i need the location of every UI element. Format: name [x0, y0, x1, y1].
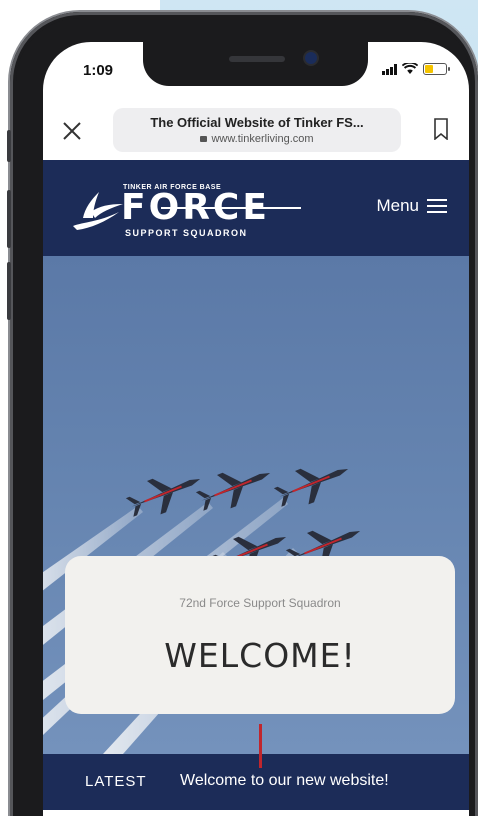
url-domain: www.tinkerliving.com [211, 133, 314, 145]
url-domain-row: www.tinkerliving.com [113, 133, 401, 145]
close-icon[interactable] [57, 116, 87, 146]
site-header: TINKER AIR FORCE BASE FORCE SUPPORT SQUA… [43, 160, 469, 256]
menu-button[interactable]: Menu [376, 196, 447, 216]
site-logo[interactable]: TINKER AIR FORCE BASE FORCE SUPPORT SQUA… [69, 180, 301, 240]
notch [143, 42, 368, 86]
page-title: The Official Website of Tinker FS... [150, 115, 364, 130]
volume-down-button [7, 262, 11, 320]
phone-screen: 1:09 The Official Website of Tinker FS..… [43, 42, 469, 816]
hero-image: 72nd Force Support Squadron WELCOME! [43, 256, 469, 754]
latest-ticker[interactable]: LATEST Welcome to our new website! [43, 724, 469, 810]
ticker-marker [259, 724, 262, 768]
logo-rule [161, 207, 301, 209]
status-icons [382, 63, 450, 75]
ticker-label: LATEST [85, 773, 147, 790]
swoosh-icon [73, 192, 123, 230]
signal-icon [382, 63, 397, 75]
menu-label: Menu [376, 196, 419, 215]
mute-switch [7, 130, 11, 162]
battery-level [425, 65, 433, 73]
welcome-title: WELCOME! [164, 636, 356, 675]
logo-subtitle: SUPPORT SQUADRON [125, 228, 248, 238]
hamburger-icon [427, 199, 447, 213]
ticker-headline[interactable]: Welcome to our new website! [180, 772, 389, 790]
volume-up-button [7, 190, 11, 248]
welcome-card: 72nd Force Support Squadron WELCOME! [65, 556, 455, 714]
bookmark-icon[interactable] [433, 118, 449, 140]
browser-bar: The Official Website of Tinker FS... www… [43, 102, 469, 160]
front-camera [305, 52, 317, 64]
wifi-icon [402, 63, 418, 74]
phone-frame: 1:09 The Official Website of Tinker FS..… [7, 12, 478, 816]
status-time: 1:09 [83, 62, 114, 79]
welcome-subtitle: 72nd Force Support Squadron [179, 596, 341, 610]
page-content-start [43, 810, 469, 816]
lock-icon [200, 136, 208, 142]
address-bar[interactable]: The Official Website of Tinker FS... www… [113, 108, 401, 152]
battery-icon [423, 63, 450, 75]
speaker [229, 56, 285, 62]
